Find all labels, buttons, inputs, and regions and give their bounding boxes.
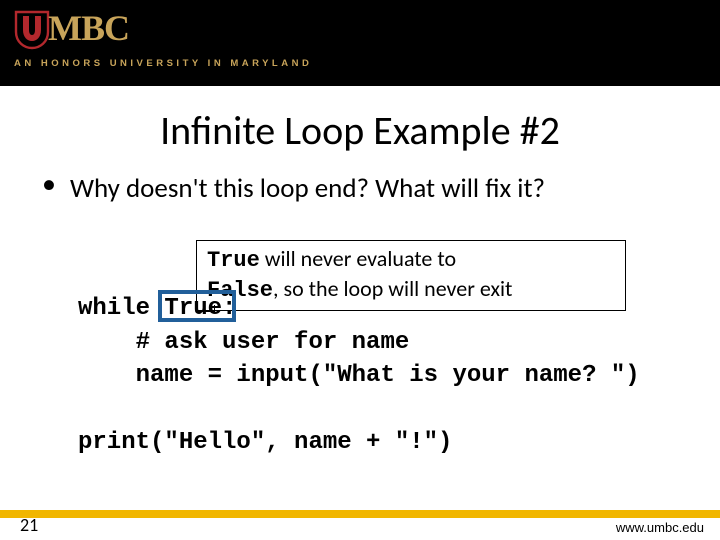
bullet-row: • Why doesn't this loop end? What will f… xyxy=(42,172,545,205)
footer-url: www.umbc.edu xyxy=(616,520,704,535)
code-block-1: while True: # ask user for name name = i… xyxy=(78,292,640,393)
slide: MBC AN HONORS UNIVERSITY IN MARYLAND Inf… xyxy=(0,0,720,540)
shield-u-icon xyxy=(14,10,50,50)
slide-title: Infinite Loop Example #2 xyxy=(0,106,720,155)
callout-text-1: will never evaluate to xyxy=(260,245,456,272)
bullet-text: Why doesn't this loop end? What will fix… xyxy=(70,172,545,205)
umbc-logo: MBC xyxy=(14,10,706,50)
footer-accent-bar xyxy=(0,510,720,518)
bullet-dot-icon: • xyxy=(42,170,56,198)
page-number: 21 xyxy=(20,514,38,536)
header-bar: MBC AN HONORS UNIVERSITY IN MARYLAND xyxy=(0,0,720,86)
honors-tagline: AN HONORS UNIVERSITY IN MARYLAND xyxy=(14,58,706,69)
callout-code-word-1: True xyxy=(207,248,260,273)
code-block-2: print("Hello", name + "!") xyxy=(78,426,452,460)
logo-text: MBC xyxy=(48,10,129,46)
